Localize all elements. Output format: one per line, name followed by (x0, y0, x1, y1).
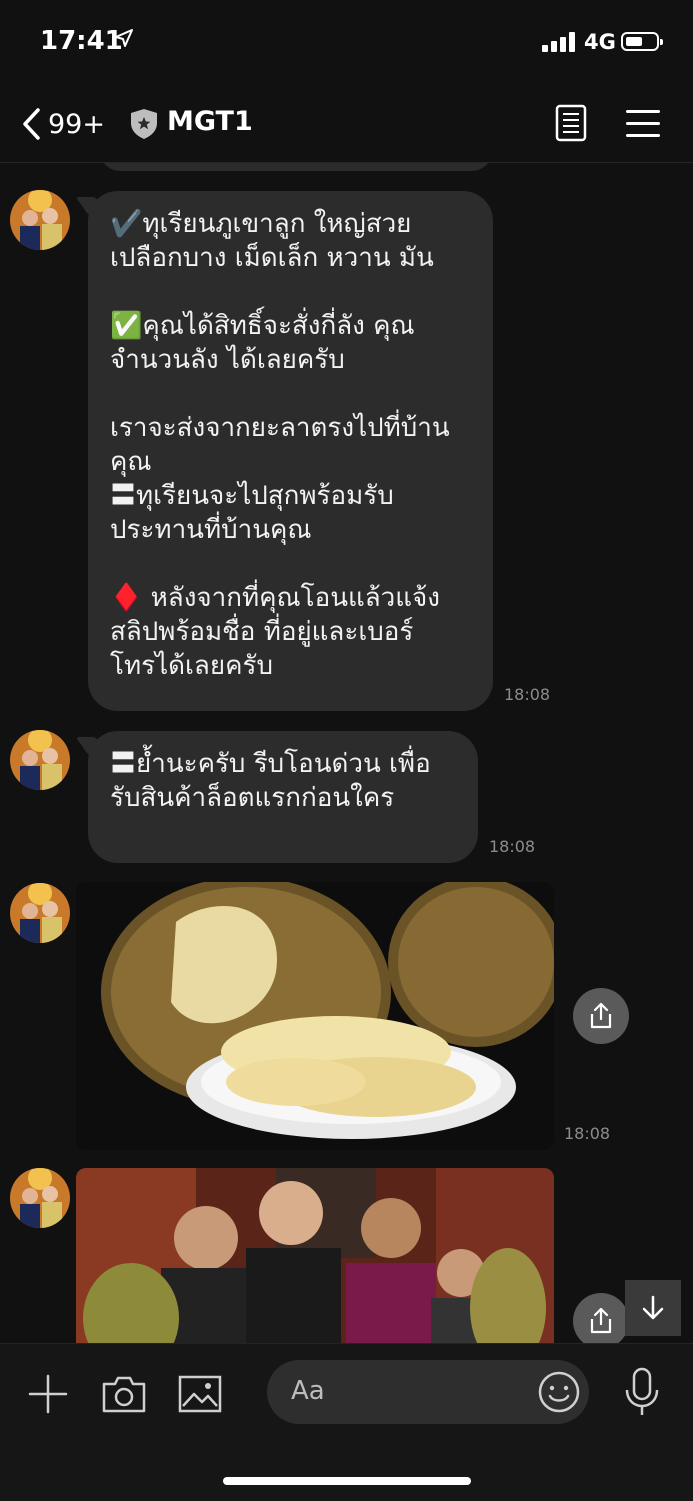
status-bar: 17:41 4G (0, 0, 693, 86)
arrow-down-icon (642, 1295, 664, 1320)
chevron-left-icon (23, 108, 40, 140)
camera-icon[interactable] (101, 1374, 147, 1414)
share-button[interactable] (573, 988, 629, 1044)
notes-icon[interactable] (555, 104, 587, 142)
microphone-icon[interactable] (622, 1366, 662, 1418)
message-time: 18:08 (564, 1124, 611, 1143)
message-bubble: ✔️ทุเรียนภูเขาลูก ใหญ่สวย เปลือกบาง เม็ด… (88, 191, 493, 711)
menu-icon[interactable] (626, 110, 660, 137)
location-arrow-icon (115, 29, 133, 47)
status-time: 17:41 (40, 26, 123, 56)
group-photo[interactable] (76, 1168, 554, 1343)
network-type: 4G (584, 30, 616, 54)
scroll-to-bottom-button[interactable] (625, 1280, 681, 1336)
message-time: 18:08 (489, 837, 536, 856)
image-icon[interactable] (177, 1374, 223, 1414)
message-input[interactable]: Aa (267, 1360, 589, 1424)
home-indicator (223, 1477, 471, 1485)
share-icon (590, 1002, 612, 1029)
battery-icon (621, 32, 663, 51)
unread-count: 99+ (48, 108, 105, 140)
message-time: 18:08 (504, 685, 551, 704)
plus-icon[interactable] (26, 1372, 70, 1416)
back-button[interactable]: 99+ (22, 104, 132, 144)
chat-area[interactable]: ✔️ทุเรียนภูเขาลูก ใหญ่สวย เปลือกบาง เม็ด… (0, 163, 693, 1343)
avatar[interactable] (10, 190, 70, 250)
avatar[interactable] (10, 1168, 70, 1228)
share-icon (590, 1307, 612, 1334)
share-button[interactable] (573, 1293, 629, 1343)
emoji-icon[interactable] (537, 1370, 581, 1414)
durian-photo[interactable] (76, 882, 554, 1150)
message-input-placeholder: Aa (291, 1376, 325, 1406)
message-bubble: 〓ย้ำนะครับ รีบโอนด่วน เพื่อ รับสินค้าล็อ… (88, 731, 478, 863)
avatar[interactable] (10, 883, 70, 943)
chat-title: MGT1 (167, 106, 253, 137)
avatar[interactable] (10, 730, 70, 790)
previous-bubble-tail (100, 163, 492, 171)
chat-header: 99+ MGT1 (0, 86, 693, 163)
avatar-image (10, 190, 70, 250)
signal-icon (542, 32, 576, 52)
shield-star-icon (131, 109, 157, 139)
